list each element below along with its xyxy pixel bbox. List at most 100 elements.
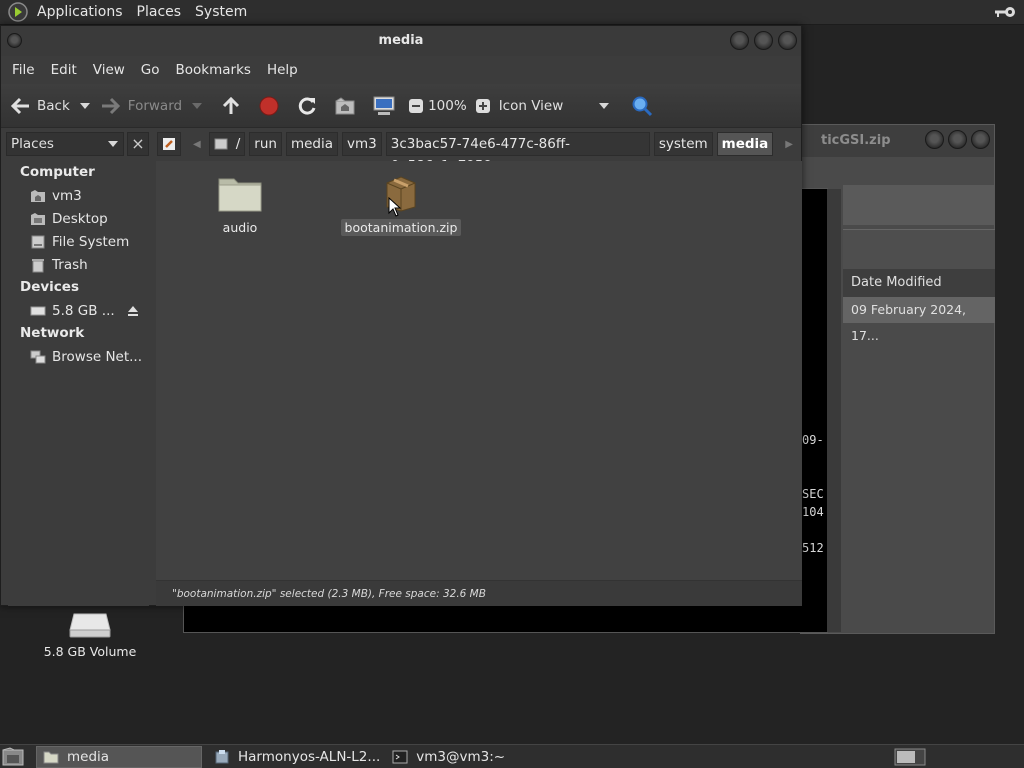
archive-toolbar <box>843 185 995 225</box>
breadcrumb-vm3[interactable]: vm3 <box>342 132 382 156</box>
zoom-out-icon <box>409 98 424 113</box>
zoom-in-icon <box>475 98 490 113</box>
taskbar-item-label: vm3@vm3:~ <box>416 748 506 765</box>
terminal-scrollbar[interactable] <box>827 189 841 632</box>
menu-edit[interactable]: Edit <box>43 62 85 78</box>
back-arrow-icon <box>10 97 29 114</box>
sidebar-header-devices: Devices <box>20 279 79 295</box>
search-icon <box>632 96 652 116</box>
menu-view[interactable]: View <box>85 62 133 78</box>
date-modified-column-header[interactable]: Date Modified <box>843 269 995 297</box>
mouse-cursor-icon <box>388 197 402 217</box>
breadcrumb-scroll-right[interactable]: ▶ <box>785 139 793 150</box>
close-button[interactable] <box>778 31 797 50</box>
desktop-volume[interactable]: 5.8 GB Volume <box>30 612 150 659</box>
date-modified-cell[interactable]: 09 February 2024, 17... <box>843 297 995 343</box>
forward-label: Forward <box>127 97 183 114</box>
menu-bookmarks[interactable]: Bookmarks <box>168 62 259 78</box>
drive-icon <box>31 235 45 248</box>
file-manager-window[interactable]: media File Edit View Go Bookmarks Help B… <box>0 25 802 606</box>
menu-file[interactable]: File <box>4 62 43 78</box>
show-desktop-icon[interactable] <box>2 746 24 767</box>
location-bar: Places × ◀ / run media vm3 3c3bac57-74e6… <box>1 128 801 174</box>
sidebar-item-desktop[interactable]: Desktop <box>8 207 149 230</box>
breadcrumb: ◀ / run media vm3 3c3bac57-74e6-477c-86f… <box>157 131 801 174</box>
back-button[interactable]: Back <box>9 90 90 122</box>
file-item-folder[interactable]: audio <box>196 173 284 236</box>
maximize-button[interactable] <box>754 31 773 50</box>
file-view[interactable]: audio bootanimation.zip <box>156 161 802 580</box>
drive-icon <box>214 138 228 150</box>
breadcrumb-run[interactable]: run <box>249 132 282 156</box>
terminal-icon <box>392 750 408 763</box>
breadcrumb-current[interactable]: media <box>716 132 774 156</box>
breadcrumb-media[interactable]: media <box>285 132 338 156</box>
window-titlebar[interactable]: media <box>1 26 801 56</box>
sidebar-header-computer: Computer <box>20 164 95 180</box>
system-menu[interactable]: System <box>188 4 254 20</box>
places-menu[interactable]: Places <box>130 4 189 20</box>
menu-go[interactable]: Go <box>133 62 168 78</box>
breadcrumb-scroll-left[interactable]: ◀ <box>193 139 201 150</box>
forward-button[interactable]: Forward <box>100 90 203 122</box>
applications-logo-icon[interactable] <box>8 2 28 22</box>
folder-icon <box>218 178 262 212</box>
home-folder-icon <box>31 189 45 202</box>
computer-button[interactable] <box>372 90 396 122</box>
breadcrumb-root[interactable]: / <box>208 132 246 156</box>
home-folder-icon <box>335 96 355 114</box>
search-button[interactable] <box>631 90 653 122</box>
toolbar: Back Forward 100% Icon View <box>1 84 801 128</box>
up-button[interactable] <box>220 90 242 122</box>
network-key-icon[interactable] <box>994 5 1016 19</box>
forward-history-dropdown[interactable] <box>192 102 203 109</box>
sidebar-item-volume[interactable]: 5.8 GB ... <box>8 299 149 322</box>
close-side-pane-button[interactable]: × <box>127 132 149 156</box>
archive-minimize-button[interactable] <box>925 130 944 149</box>
menubar: File Edit View Go Bookmarks Help <box>1 56 801 84</box>
sidebar-item-label: Browse Net... <box>52 348 143 365</box>
terminal-line: 104 <box>802 505 824 519</box>
back-history-dropdown[interactable] <box>79 102 90 109</box>
sidebar-item-trash[interactable]: Trash <box>8 253 149 276</box>
archive-manager-icon <box>215 749 229 763</box>
sidebar-item-file-system[interactable]: File System <box>8 230 149 253</box>
archive-close-button[interactable] <box>971 130 990 149</box>
taskbar-item-terminal[interactable]: vm3@vm3:~ <box>386 746 505 768</box>
desktop-volume-label: 5.8 GB Volume <box>43 644 137 659</box>
sidebar-item-browse-network[interactable]: Browse Net... <box>8 345 149 368</box>
taskbar-item-media[interactable]: media <box>36 745 202 768</box>
taskbar-item-archive[interactable]: Harmonyos-ALN-L2... <box>208 746 380 768</box>
up-arrow-icon <box>223 96 240 114</box>
window-menu-button[interactable] <box>7 33 22 48</box>
minimize-button[interactable] <box>730 31 749 50</box>
stop-button[interactable] <box>258 90 280 122</box>
side-pane-selector-label: Places <box>11 136 54 152</box>
sidebar-item-vm3[interactable]: vm3 <box>8 184 149 207</box>
applications-menu[interactable]: Applications <box>30 4 130 20</box>
view-mode-select[interactable]: Icon View <box>499 90 609 122</box>
chevron-down-icon <box>598 102 609 109</box>
breadcrumb-uuid[interactable]: 3c3bac57-74e6-477c-86ff-0e586c1e7959 <box>385 132 650 174</box>
file-name: bootanimation.zip <box>340 219 462 236</box>
desktop-folder-icon <box>31 212 45 225</box>
home-button[interactable] <box>334 90 356 122</box>
archive-maximize-button[interactable] <box>948 130 967 149</box>
breadcrumb-system[interactable]: system <box>653 132 713 156</box>
bottom-taskbar: media Harmonyos-ALN-L2... vm3@vm3:~ <box>0 744 1024 768</box>
workspace-switcher-icon[interactable] <box>894 748 926 766</box>
zoom-in-button[interactable] <box>475 90 491 122</box>
menu-help[interactable]: Help <box>259 62 306 78</box>
terminal-line: 512 <box>802 541 824 555</box>
edit-location-button[interactable] <box>157 132 181 156</box>
zoom-out-button[interactable] <box>408 90 424 122</box>
top-panel: Applications Places System <box>0 0 1024 25</box>
folder-icon <box>43 751 59 763</box>
eject-icon[interactable] <box>127 305 139 317</box>
zoom-level[interactable]: 100% <box>428 98 467 114</box>
reload-button[interactable] <box>296 90 318 122</box>
side-pane-selector[interactable]: Places <box>6 132 124 156</box>
sidebar-header-network: Network <box>20 325 85 341</box>
file-name: audio <box>222 220 258 235</box>
pencil-icon <box>163 138 175 150</box>
